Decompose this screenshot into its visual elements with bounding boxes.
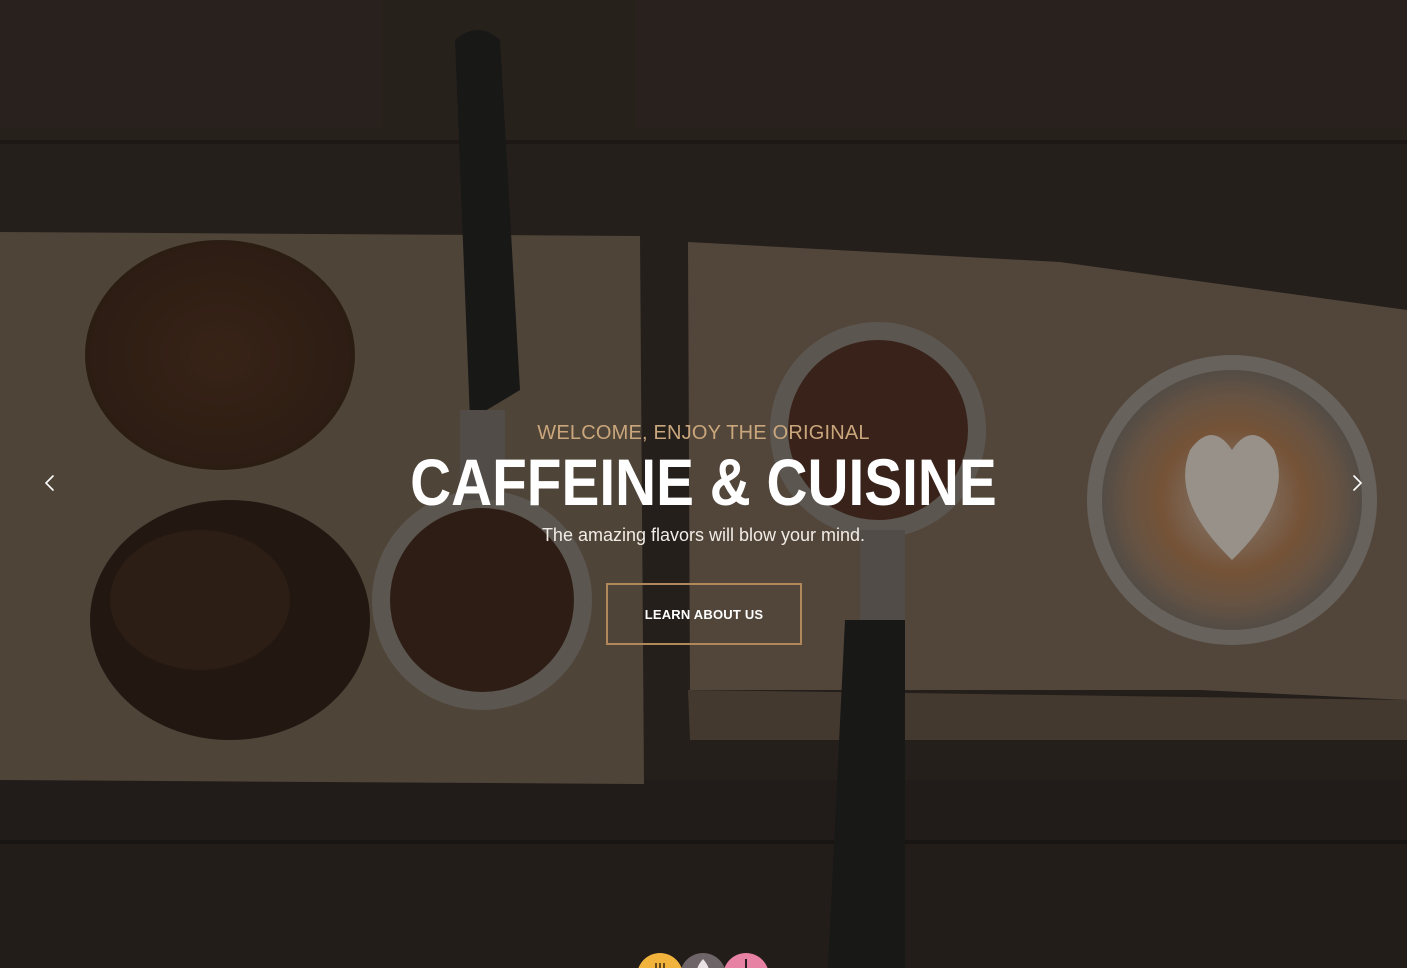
learn-about-us-button[interactable]: LEARN ABOUT US [606,583,802,645]
coffee-drop-icon [697,959,709,968]
badge-coffee [680,953,726,968]
slider-next-button[interactable] [1342,468,1372,498]
hero-headline: CAFFEINE & CUISINE [410,445,997,519]
hero-slider: WELCOME, ENJOY THE ORIGINAL CAFFEINE & C… [0,0,1407,968]
chevron-right-icon [1353,475,1363,491]
badge-drinks [723,953,769,968]
wine-glass-icon [745,959,747,968]
utensils-icon [655,963,665,968]
slider-prev-button[interactable] [35,468,65,498]
feature-badges [637,953,770,968]
hero-tagline: The amazing flavors will blow your mind. [541,525,866,545]
hero-kicker: WELCOME, ENJOY THE ORIGINAL [537,422,870,444]
badge-food [637,953,683,968]
chevron-left-icon [44,475,54,491]
